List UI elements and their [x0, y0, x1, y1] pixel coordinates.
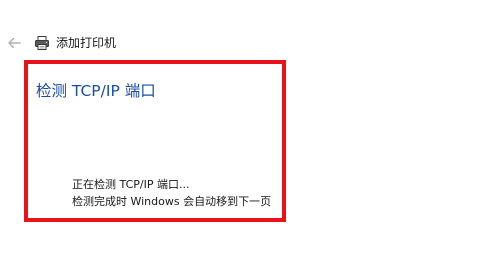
page-heading: 检测 TCP/IP 端口: [36, 82, 156, 100]
back-button[interactable]: [4, 33, 24, 53]
status-text-auto-advance: 检测完成时 Windows 会自动移到下一页: [72, 195, 272, 208]
back-arrow-icon: [8, 37, 21, 49]
status-text-detecting: 正在检测 TCP/IP 端口...: [72, 178, 190, 191]
printer-icon: [35, 36, 49, 50]
window-title: 添加打印机: [34, 33, 116, 53]
add-printer-wizard: 添加打印机 检测 TCP/IP 端口 正在检测 TCP/IP 端口... 检测完…: [0, 0, 485, 258]
window-title-text: 添加打印机: [56, 36, 117, 50]
